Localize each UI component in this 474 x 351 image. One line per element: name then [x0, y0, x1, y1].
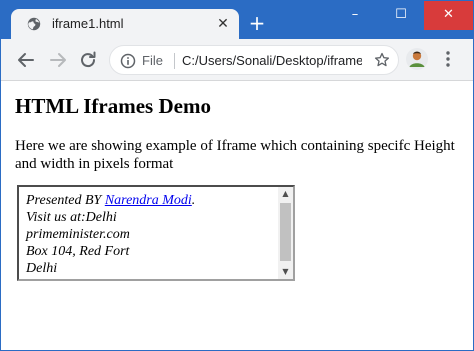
iframe-content: Presented BY Narendra Modi. Visit us at:…: [26, 192, 276, 277]
scroll-up-arrow-icon[interactable]: ▲: [278, 187, 293, 201]
browser-window: iframe1.html ✕ + – ☐ ✕ File C:/Users/Son…: [0, 0, 474, 351]
scroll-thumb[interactable]: [280, 203, 291, 261]
presented-by-line: Presented BY Narendra Modi.: [26, 192, 276, 209]
iframe-line: Visit us at:Delhi: [26, 210, 117, 225]
presented-suffix: .: [191, 193, 196, 208]
kebab-menu-icon[interactable]: [445, 50, 451, 68]
tab-close-icon[interactable]: ✕: [215, 15, 231, 31]
browser-toolbar: File C:/Users/Sonali/Desktop/iframe...: [1, 39, 473, 81]
profile-avatar[interactable]: [405, 47, 429, 71]
scheme-label: File: [142, 53, 163, 68]
close-window-button[interactable]: ✕: [424, 1, 473, 30]
iframe-scrollbar[interactable]: ▲ ▼: [278, 187, 293, 279]
new-tab-button[interactable]: +: [247, 13, 267, 34]
star-icon[interactable]: [374, 52, 390, 68]
presenter-link[interactable]: Narendra Modi: [105, 193, 192, 208]
info-icon[interactable]: [120, 53, 136, 69]
maximize-button[interactable]: ☐: [378, 1, 424, 30]
scroll-down-arrow-icon[interactable]: ▼: [278, 265, 293, 279]
address-bar[interactable]: File C:/Users/Sonali/Desktop/iframe...: [109, 45, 399, 75]
back-arrow-icon[interactable]: [15, 49, 37, 71]
page-description: Here we are showing example of Iframe wh…: [15, 138, 455, 172]
address-separator: [174, 53, 175, 69]
iframe-line: primeminister.com: [26, 227, 130, 242]
presented-prefix: Presented BY: [26, 193, 105, 208]
browser-tab[interactable]: iframe1.html ✕: [11, 9, 239, 39]
iframe-line: Box 104, Red Fort: [26, 244, 130, 259]
minimize-button[interactable]: –: [332, 1, 378, 30]
forward-arrow-icon[interactable]: [47, 49, 69, 71]
tab-strip: iframe1.html ✕ + – ☐ ✕: [1, 1, 473, 39]
tab-title: iframe1.html: [52, 16, 124, 31]
iframe-frame[interactable]: Presented BY Narendra Modi. Visit us at:…: [17, 185, 295, 281]
url-text[interactable]: C:/Users/Sonali/Desktop/iframe...: [182, 53, 362, 68]
page-content: HTML Iframes Demo Here we are showing ex…: [1, 82, 473, 350]
globe-icon: [27, 17, 41, 31]
reload-icon[interactable]: [77, 49, 99, 71]
page-heading: HTML Iframes Demo: [15, 94, 211, 118]
iframe-line: Delhi: [26, 261, 58, 276]
